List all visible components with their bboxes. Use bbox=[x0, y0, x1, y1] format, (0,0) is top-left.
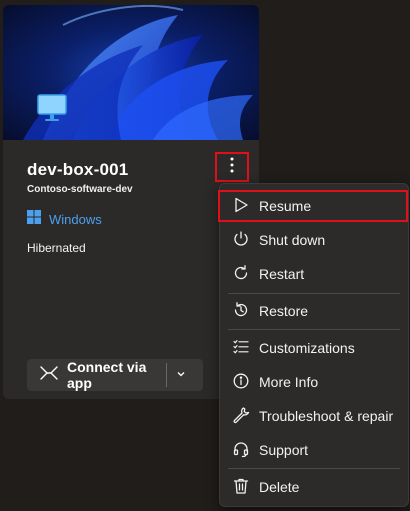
menu-item-label: More Info bbox=[259, 374, 319, 390]
connect-options-dropdown[interactable] bbox=[167, 359, 194, 391]
actions-menu: Resume Shut down Restart Restore Customi… bbox=[218, 183, 409, 507]
windows-logo-icon bbox=[27, 210, 41, 229]
menu-item-label: Troubleshoot & repair bbox=[259, 408, 394, 424]
play-icon bbox=[232, 196, 250, 217]
trash-icon bbox=[232, 477, 250, 498]
more-actions-button[interactable] bbox=[215, 152, 249, 182]
restore-icon bbox=[232, 301, 250, 322]
menu-item-label: Resume bbox=[259, 198, 312, 214]
menu-item-restore[interactable]: Restore bbox=[220, 295, 408, 327]
menu-item-more-info[interactable]: More Info bbox=[220, 366, 408, 398]
menu-item-shut-down[interactable]: Shut down bbox=[220, 224, 408, 256]
restart-icon bbox=[232, 264, 250, 285]
project-name: Contoso-software-dev bbox=[27, 184, 133, 195]
connect-via-app-button[interactable]: Connect via app bbox=[27, 359, 166, 391]
menu-divider bbox=[228, 293, 400, 294]
os-info: Windows bbox=[27, 210, 102, 229]
connect-label: Connect via app bbox=[67, 359, 147, 391]
menu-item-troubleshoot-repair[interactable]: Troubleshoot & repair bbox=[220, 400, 408, 432]
power-icon bbox=[232, 230, 250, 251]
headset-icon bbox=[232, 440, 250, 461]
chevron-down-icon bbox=[176, 366, 186, 384]
menu-item-label: Support bbox=[259, 442, 309, 458]
menu-item-restart[interactable]: Restart bbox=[220, 258, 408, 290]
dev-box-name: dev-box-001 bbox=[27, 160, 129, 179]
wallpaper-image bbox=[3, 5, 259, 140]
checklist-icon bbox=[232, 338, 250, 359]
menu-divider bbox=[228, 468, 400, 469]
more-vertical-icon bbox=[230, 157, 234, 178]
info-icon bbox=[232, 372, 250, 393]
menu-item-label: Restore bbox=[259, 303, 309, 319]
menu-item-label: Customizations bbox=[259, 340, 355, 356]
menu-item-resume[interactable]: Resume bbox=[218, 190, 408, 222]
menu-item-customizations[interactable]: Customizations bbox=[220, 332, 408, 364]
menu-item-label: Shut down bbox=[259, 232, 326, 248]
os-label: Windows bbox=[49, 212, 102, 227]
connect-split-button: Connect via app bbox=[27, 359, 203, 391]
menu-item-support[interactable]: Support bbox=[220, 434, 408, 466]
menu-divider bbox=[228, 329, 400, 330]
menu-item-delete[interactable]: Delete bbox=[220, 471, 408, 503]
remote-connect-icon bbox=[40, 364, 58, 387]
status-text: Hibernated bbox=[27, 241, 86, 255]
wrench-icon bbox=[232, 406, 250, 427]
menu-item-label: Restart bbox=[259, 266, 305, 282]
menu-item-label: Delete bbox=[259, 479, 300, 495]
